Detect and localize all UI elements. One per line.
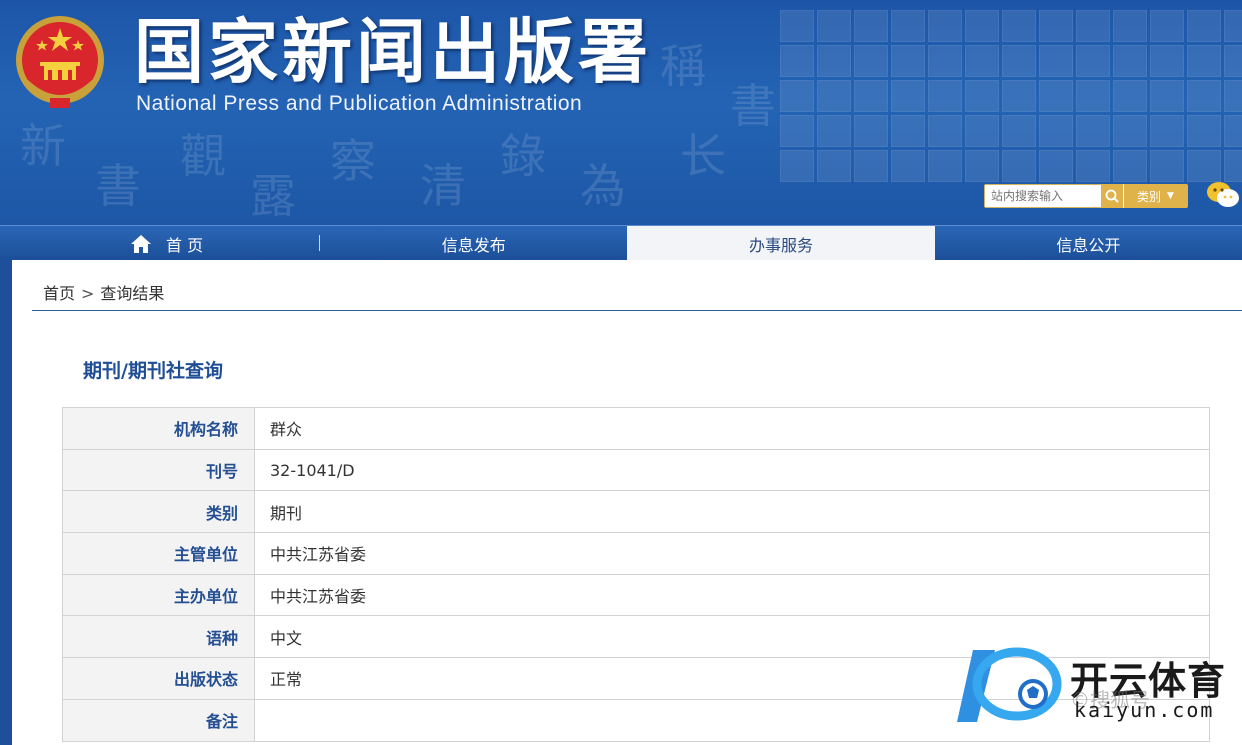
breadcrumb: 首页 > 查询结果 (43, 280, 164, 304)
search-icon (1105, 189, 1119, 203)
row-label: 类别 (62, 490, 255, 534)
table-row: 类别 期刊 (62, 490, 1210, 534)
nav-home[interactable]: 首 页 (0, 226, 319, 261)
nav-home-label: 首 页 (166, 235, 204, 255)
table-row: 机构名称 群众 (62, 407, 1210, 450)
breadcrumb-current: 查询结果 (100, 284, 165, 303)
row-label: 语种 (62, 615, 255, 659)
nav-services-label: 办事服务 (749, 235, 814, 255)
section-title: 期刊/期刊社查询 (83, 360, 223, 382)
breadcrumb-separator: > (81, 284, 95, 303)
row-value: 期刊 (254, 490, 1210, 534)
wechat-icon[interactable] (1206, 180, 1240, 210)
site-title-english: National Press and Publication Administr… (136, 92, 583, 115)
character-grid-decoration (770, 0, 1242, 210)
row-label: 主办单位 (62, 573, 255, 617)
header-banner: 新 書 觀 露 察 清 錄 為 稱 长 書 国家新闻出版署 National P… (0, 0, 1242, 226)
row-label: 机构名称 (62, 407, 255, 450)
row-label: 出版状态 (62, 657, 255, 700)
table-row: 主办单位 中共江苏省委 (62, 573, 1210, 617)
row-value: 中共江苏省委 (254, 532, 1210, 575)
breadcrumb-home-link[interactable]: 首页 (43, 284, 75, 303)
row-value: 32-1041/D (254, 448, 1210, 492)
row-label: 备注 (62, 698, 255, 742)
site-title: 国家新闻出版署 (134, 11, 652, 93)
site-search: 类别 ▼ (984, 184, 1188, 208)
search-input[interactable] (985, 186, 1101, 206)
nav-info-disclosure[interactable]: 信息公开 (935, 226, 1242, 261)
national-emblem-icon[interactable] (14, 14, 106, 112)
nav-info-disclosure-label: 信息公开 (1056, 235, 1121, 255)
table-row: 刊号 32-1041/D (62, 448, 1210, 492)
category-label: 类别 (1137, 189, 1162, 204)
table-row: 主管单位 中共江苏省委 (62, 532, 1210, 575)
search-button[interactable] (1101, 184, 1123, 208)
row-label: 刊号 (62, 448, 255, 492)
breadcrumb-divider (32, 310, 1242, 311)
home-icon (131, 234, 151, 253)
row-value: 群众 (254, 407, 1210, 450)
row-label: 主管单位 (62, 532, 255, 575)
nav-info-release-label: 信息发布 (441, 235, 506, 255)
category-dropdown[interactable]: 类别 ▼ (1123, 184, 1187, 208)
main-navigation: 首 页 信息发布 办事服务 信息公开 (0, 225, 1242, 261)
nav-services[interactable]: 办事服务 (627, 226, 935, 261)
watermark-url: kaiyun.com (1074, 698, 1215, 722)
caret-down-icon: ▼ (1167, 191, 1174, 201)
row-value: 中共江苏省委 (254, 573, 1210, 617)
nav-info-release[interactable]: 信息发布 (320, 226, 627, 261)
